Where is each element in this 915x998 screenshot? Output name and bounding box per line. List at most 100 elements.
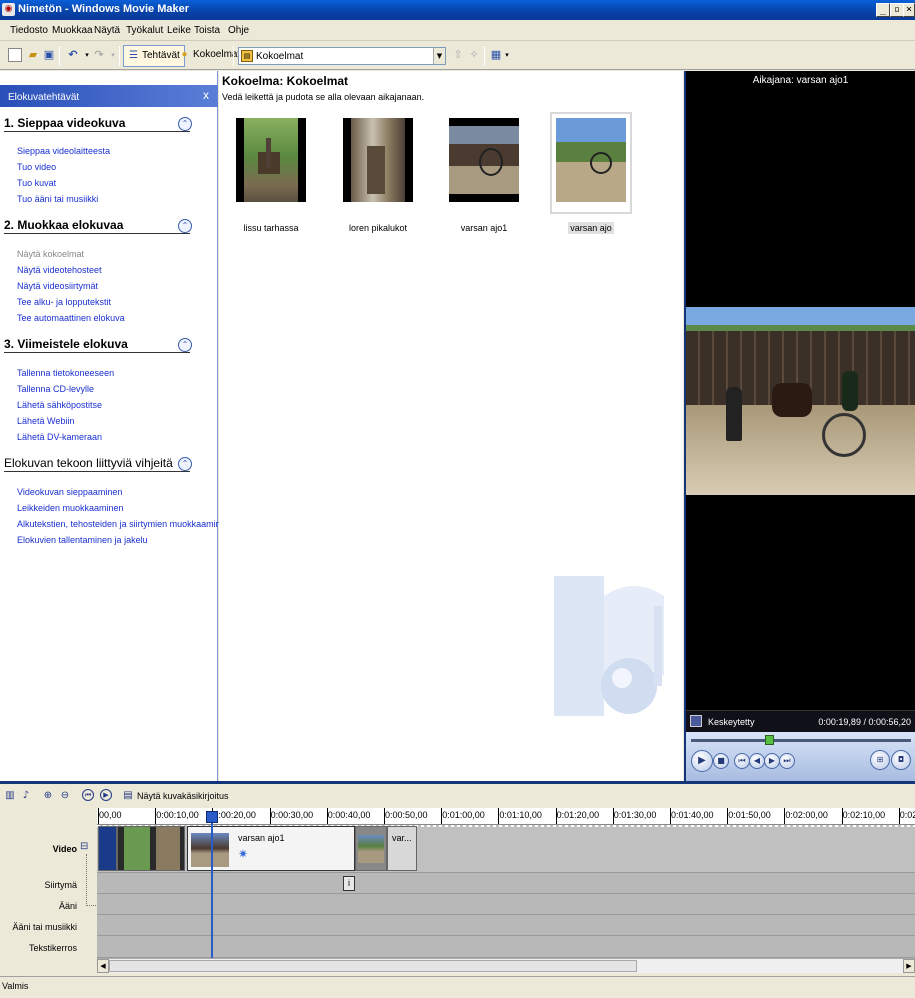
collapse-icon[interactable]: ⌃ — [178, 219, 192, 233]
rewind-button[interactable]: ◀ — [749, 753, 765, 769]
transition-marker-icon[interactable]: i — [343, 876, 355, 891]
task-link[interactable]: Tee automaattinen elokuva — [17, 313, 125, 323]
up-level-icon[interactable]: ⇧ — [451, 48, 465, 62]
task-link[interactable]: Leikkeiden muokkaaminen — [17, 503, 124, 513]
task-link[interactable]: Videokuvan sieppaaminen — [17, 487, 122, 497]
overlay-track[interactable] — [97, 936, 915, 958]
timeline-clip[interactable] — [355, 826, 387, 871]
collapse-icon[interactable]: ⌃ — [178, 117, 192, 131]
video-track[interactable]: varsan ajo1 ✷ var... — [97, 825, 915, 873]
previous-frame-button[interactable]: ⏮ — [734, 753, 750, 769]
next-frame-button[interactable]: ⏭ — [779, 753, 795, 769]
toolbar-separator — [233, 46, 234, 66]
transition-track[interactable]: i — [97, 873, 915, 894]
storyboard-icon[interactable]: ▤ — [121, 789, 135, 803]
movie-maker-watermark-logo — [554, 576, 664, 716]
clip-name: lissu tarhassa — [243, 223, 299, 233]
new-collection-icon[interactable]: ✧ — [467, 48, 481, 62]
close-tasks-button[interactable]: x — [203, 88, 209, 102]
scroll-left-icon[interactable]: ◀ — [97, 959, 109, 973]
narrate-timeline-icon[interactable]: ♪ — [19, 789, 33, 803]
preview-controls: ▶ ■ ⏮ ◀ ▶ ⏭ ⊞ ◘ — [686, 732, 915, 781]
task-link[interactable]: Näytä videotehosteet — [17, 265, 102, 275]
menu-help[interactable]: Ohje — [228, 25, 249, 36]
take-picture-button[interactable]: ◘ — [891, 750, 911, 770]
status-bar: Valmis — [0, 976, 915, 998]
timeline-clip[interactable] — [98, 826, 117, 871]
playhead[interactable] — [211, 812, 213, 958]
play-timeline-icon[interactable]: ▶ — [100, 789, 112, 801]
timeline[interactable]: 00,00 0:00:10,00 0:00:20,00 0:00:30,00 0:00:… — [97, 808, 915, 958]
stop-button[interactable]: ■ — [713, 753, 729, 769]
collection-select[interactable]: ▤ Kokoelmat ▼ — [238, 47, 446, 65]
forward-button[interactable]: ▶ — [764, 753, 780, 769]
scroll-right-icon[interactable]: ▶ — [903, 959, 915, 973]
timeline-scrollbar[interactable]: ◀ ▶ — [97, 958, 915, 973]
expand-video-track-button[interactable]: ⊟ — [80, 841, 88, 852]
window-title: Nimetön - Windows Movie Maker — [18, 3, 190, 15]
movie-tasks-pane: Elokuvatehtävät x 1. Sieppaa videokuva ⌃… — [0, 71, 231, 781]
clip-thumbnail — [236, 118, 306, 202]
ruler-tick-label: 0:02:20,00 — [899, 810, 915, 820]
close-button[interactable]: × — [903, 3, 915, 17]
undo-icon[interactable]: ↶ — [66, 48, 80, 62]
menu-clip[interactable]: Leike — [167, 25, 191, 36]
show-storyboard-button[interactable]: Näytä kuvakäsikirjoitus — [137, 791, 229, 801]
section-finish: 3. Viimeistele elokuva ⌃ — [4, 337, 192, 353]
menu-view[interactable]: Näytä — [94, 25, 120, 36]
seek-thumb[interactable] — [764, 735, 774, 745]
clip-name: varsan ajo — [568, 222, 614, 234]
audio-track[interactable] — [97, 894, 915, 915]
scrollbar-thumb[interactable] — [109, 960, 637, 972]
chevron-down-icon[interactable]: ▼ — [433, 48, 445, 64]
menu-file[interactable]: Tiedosto — [10, 25, 48, 36]
play-button[interactable]: ▶ — [691, 750, 713, 772]
ruler-tick-label: 0:00:10,00 — [156, 810, 199, 820]
rewind-timeline-icon[interactable]: ⏮ — [82, 789, 94, 801]
split-clip-button[interactable]: ⊞ — [870, 750, 890, 770]
open-project-icon[interactable]: ▰ — [26, 48, 40, 62]
task-link[interactable]: Tuo kuvat — [17, 178, 56, 188]
ruler-tick-label: 0:00:20,00 — [213, 810, 256, 820]
new-project-icon[interactable] — [8, 48, 22, 62]
preview-title: Aikajana: varsan ajo1 — [752, 75, 849, 86]
timeline-clip[interactable]: var... — [387, 826, 417, 871]
timeline-clip[interactable] — [117, 826, 185, 871]
menu-bar: Tiedosto Muokkaa Näytä Työkalut Leike To… — [0, 20, 915, 41]
music-track[interactable] — [97, 915, 915, 936]
timeline-ruler[interactable]: 00,00 0:00:10,00 0:00:20,00 0:00:30,00 0:00:… — [97, 808, 915, 825]
task-link[interactable]: Näytä videosiirtymät — [17, 281, 98, 291]
task-link[interactable]: Tallenna tietokoneeseen — [17, 368, 114, 378]
task-link[interactable]: Tee alku- ja lopputekstit — [17, 297, 111, 307]
task-link[interactable]: Alkutekstien, tehosteiden ja siirtymien … — [17, 519, 231, 529]
clip-name: loren pikalukot — [348, 223, 408, 233]
task-link[interactable]: Lähetä sähköpostitse — [17, 400, 102, 410]
playhead-handle[interactable] — [206, 811, 218, 823]
menu-edit[interactable]: Muokkaa — [52, 25, 93, 36]
task-link[interactable]: Tuo video — [17, 162, 56, 172]
views-dropdown-icon[interactable]: ▾ — [500, 48, 514, 62]
ruler-tick-label: 0:01:30,00 — [613, 810, 657, 820]
seek-bar[interactable] — [691, 739, 911, 742]
restore-button[interactable]: ▫ — [890, 3, 904, 17]
ruler-tick-label: 0:02:10,00 — [842, 810, 886, 820]
menu-play[interactable]: Toista — [194, 25, 220, 36]
redo-dropdown-icon[interactable]: ▾ — [106, 48, 120, 62]
minimize-button[interactable]: _ — [876, 3, 890, 17]
video-effect-icon: ✷ — [238, 847, 249, 861]
task-link[interactable]: Tuo ääni tai musiikki — [17, 194, 98, 204]
task-link[interactable]: Tallenna CD-levylle — [17, 384, 94, 394]
collapse-icon[interactable]: ⌃ — [178, 457, 192, 471]
app-icon: ◉ — [2, 3, 15, 16]
menu-tools[interactable]: Työkalut — [126, 25, 163, 36]
redo-icon[interactable]: ↷ — [92, 48, 106, 62]
save-project-icon[interactable]: ▣ — [42, 48, 56, 62]
collapse-icon[interactable]: ⌃ — [178, 338, 192, 352]
task-link[interactable]: Elokuvien tallentaminen ja jakelu — [17, 535, 148, 545]
set-audio-levels-icon[interactable]: ▥ — [3, 789, 17, 803]
task-link[interactable]: Sieppaa videolaitteesta — [17, 146, 110, 156]
task-link[interactable]: Lähetä DV-kameraan — [17, 432, 102, 442]
zoom-in-icon[interactable]: ⊕ — [41, 789, 55, 803]
zoom-out-icon[interactable]: ⊖ — [58, 789, 72, 803]
task-link[interactable]: Lähetä Webiin — [17, 416, 74, 426]
